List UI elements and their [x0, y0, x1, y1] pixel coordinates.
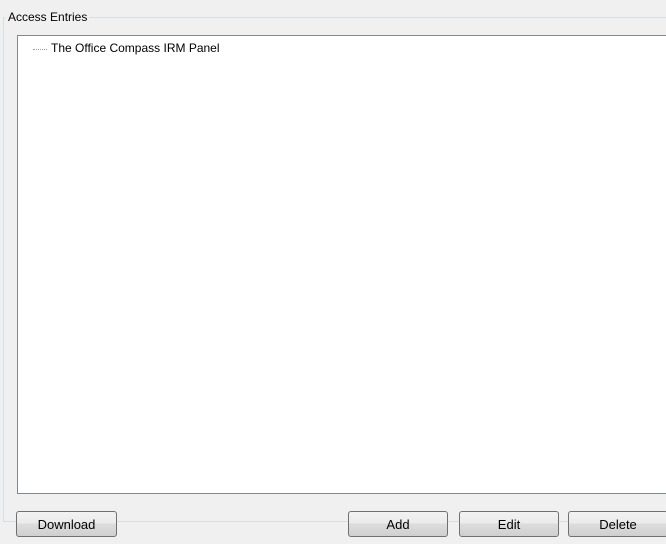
tree-connector-line	[33, 48, 47, 50]
access-entries-tree[interactable]: The Office Compass IRM Panel	[17, 35, 666, 494]
access-entries-title: Access Entries	[6, 10, 90, 24]
edit-button[interactable]: Edit	[459, 511, 559, 537]
delete-button[interactable]: Delete	[568, 511, 666, 537]
tree-node-label: The Office Compass IRM Panel	[51, 41, 220, 55]
download-button[interactable]: Download	[16, 511, 117, 537]
tree-node[interactable]: The Office Compass IRM Panel	[18, 40, 220, 56]
access-entries-panel: Access Entries The Office Compass IRM Pa…	[0, 0, 666, 544]
add-button[interactable]: Add	[348, 511, 448, 537]
